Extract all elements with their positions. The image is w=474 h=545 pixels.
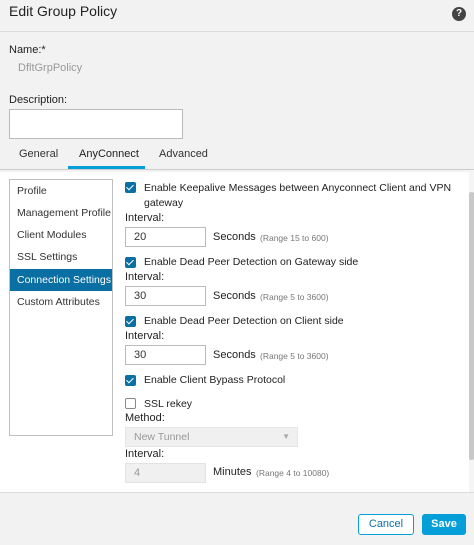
dpd-client-interval-input[interactable]: 30 xyxy=(125,345,206,365)
keepalive-checkbox[interactable] xyxy=(125,182,136,193)
keepalive-unit: Seconds xyxy=(213,231,256,243)
help-icon[interactable]: ? xyxy=(452,7,466,21)
active-tab-indicator xyxy=(68,166,145,169)
sidebar-item-management-profile[interactable]: Management Profile xyxy=(10,202,112,224)
sidebar-item-connection-settings[interactable]: Connection Settings xyxy=(10,269,112,291)
ssl-rekey-interval-label: Interval: xyxy=(125,448,165,460)
dpd-gateway-range: (Range 5 to 3600) xyxy=(260,292,329,302)
client-bypass-checkbox[interactable] xyxy=(125,375,136,386)
description-field[interactable] xyxy=(9,109,183,139)
ssl-rekey-unit: Minutes xyxy=(213,466,252,478)
ssl-rekey-interval-input[interactable]: 4 xyxy=(125,463,206,483)
sidebar-item-ssl-settings[interactable]: SSL Settings xyxy=(10,246,112,268)
ssl-rekey-method-value: New Tunnel xyxy=(134,431,190,443)
keepalive-label-line2: gateway xyxy=(144,197,184,209)
description-label: Description: xyxy=(9,94,68,106)
dpd-gateway-interval-input[interactable]: 30 xyxy=(125,286,206,306)
chevron-down-icon: ▼ xyxy=(282,432,290,441)
anyconnect-sidebar: Profile Management Profile Client Module… xyxy=(9,179,113,436)
dpd-client-interval-label: Interval: xyxy=(125,330,165,342)
dpd-client-range: (Range 5 to 3600) xyxy=(260,351,329,361)
dpd-gateway-checkbox[interactable] xyxy=(125,257,136,268)
name-label: Name:* xyxy=(9,44,46,56)
ssl-rekey-checkbox[interactable] xyxy=(125,398,136,409)
ssl-rekey-range: (Range 4 to 10080) xyxy=(256,468,330,478)
tab-general[interactable]: General xyxy=(19,148,58,160)
dialog-titlebar: Edit Group Policy ? xyxy=(0,0,474,32)
dpd-gateway-label: Enable Dead Peer Detection on Gateway si… xyxy=(144,256,359,268)
scrollbar-thumb[interactable] xyxy=(469,192,474,460)
client-bypass-label: Enable Client Bypass Protocol xyxy=(144,374,286,386)
keepalive-interval-label: Interval: xyxy=(125,212,165,224)
dpd-gateway-unit: Seconds xyxy=(213,290,256,302)
sidebar-item-profile[interactable]: Profile xyxy=(10,180,112,202)
dpd-client-label: Enable Dead Peer Detection on Client sid… xyxy=(144,315,344,327)
name-value: DfltGrpPolicy xyxy=(18,62,83,74)
dpd-client-checkbox[interactable] xyxy=(125,316,136,327)
save-button[interactable]: Save xyxy=(422,514,466,535)
keepalive-label-line1: Enable Keepalive Messages between Anycon… xyxy=(144,182,452,194)
dpd-client-unit: Seconds xyxy=(213,349,256,361)
dpd-gateway-interval-label: Interval: xyxy=(125,271,165,283)
sidebar-item-custom-attributes[interactable]: Custom Attributes xyxy=(10,291,112,313)
keepalive-interval-input[interactable]: 20 xyxy=(125,227,206,247)
keepalive-range: (Range 15 to 600) xyxy=(260,233,329,243)
content-scrollbar[interactable] xyxy=(469,170,474,492)
dialog-title: Edit Group Policy xyxy=(9,3,118,19)
tab-anyconnect[interactable]: AnyConnect xyxy=(79,148,139,160)
ssl-rekey-method-select[interactable]: New Tunnel ▼ xyxy=(125,427,298,447)
ssl-rekey-label: SSL rekey xyxy=(144,398,193,410)
tab-advanced[interactable]: Advanced xyxy=(159,148,208,160)
ssl-rekey-method-label: Method: xyxy=(125,412,165,424)
sidebar-item-client-modules[interactable]: Client Modules xyxy=(10,224,112,246)
cancel-button[interactable]: Cancel xyxy=(358,514,414,535)
